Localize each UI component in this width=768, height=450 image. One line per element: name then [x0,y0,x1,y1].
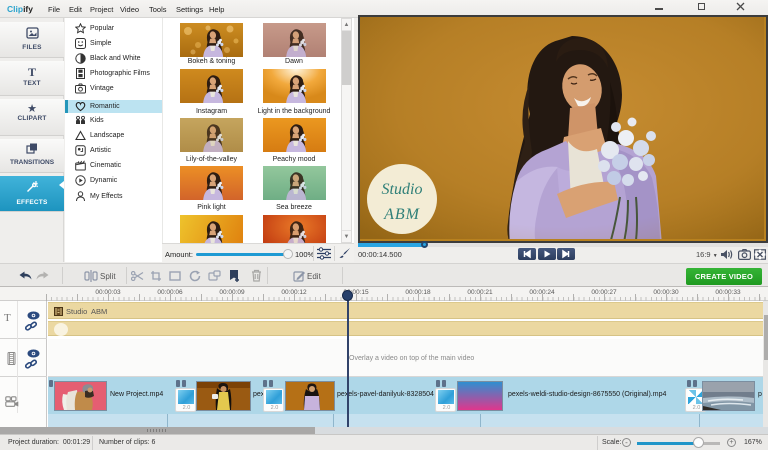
svg-text:Studio: Studio [382,181,423,198]
svg-text:ABM: ABM [383,206,421,223]
